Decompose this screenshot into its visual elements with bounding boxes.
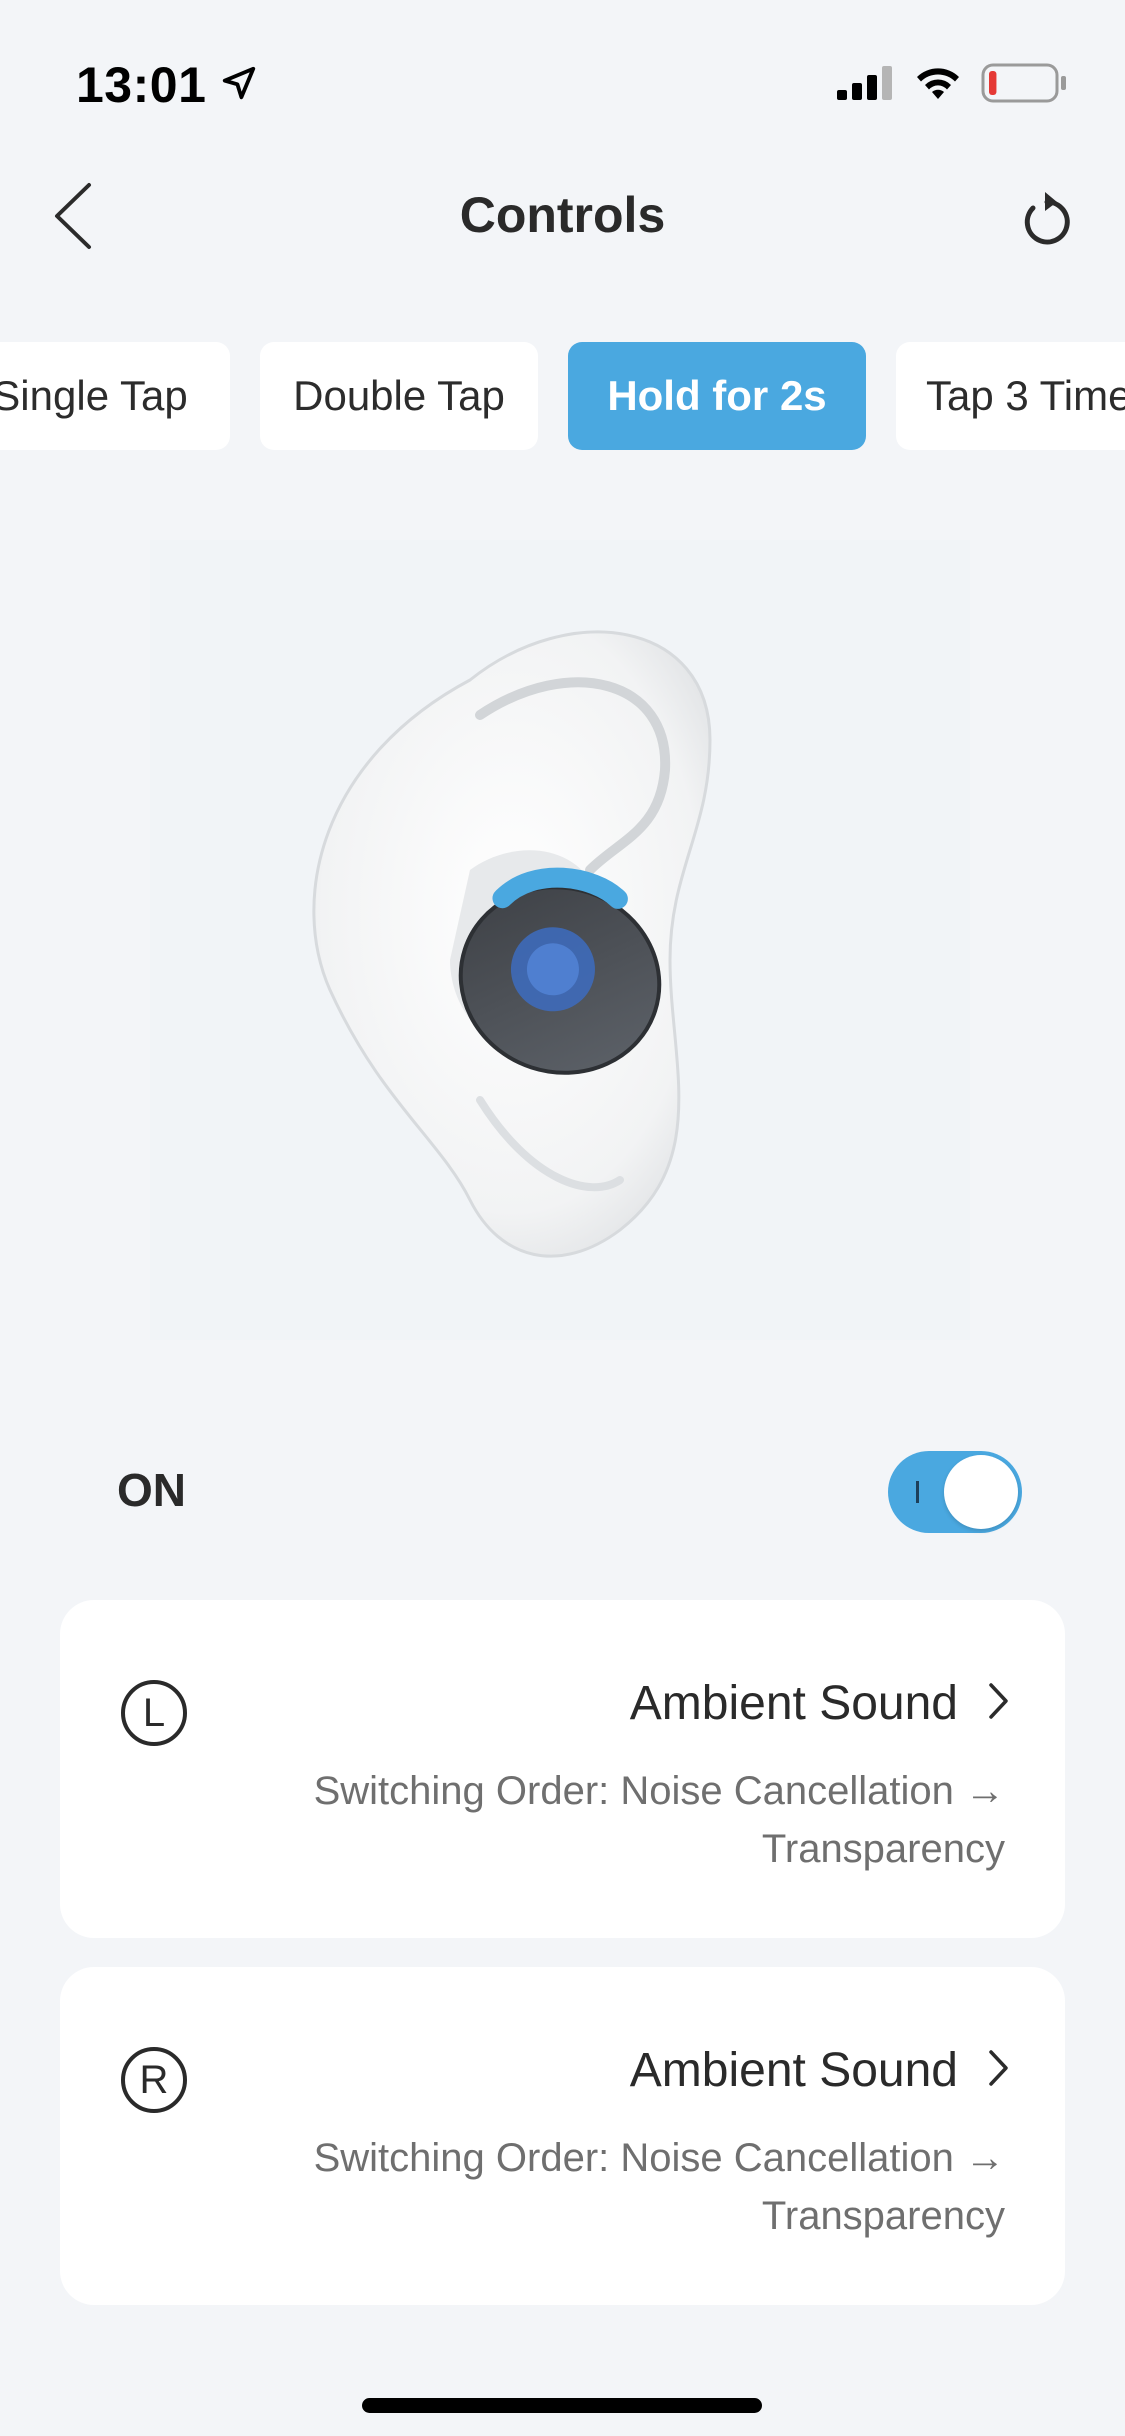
battery-low-icon bbox=[981, 62, 1067, 109]
card-action: Ambient Sound bbox=[630, 2043, 1010, 2098]
left-earbud-card[interactable]: L Ambient Sound Switching Order: Noise C… bbox=[60, 1600, 1065, 1938]
reset-icon bbox=[1019, 188, 1075, 253]
chevron-right-icon bbox=[988, 2049, 1010, 2092]
left-side-icon: L bbox=[121, 1680, 187, 1746]
home-indicator[interactable] bbox=[362, 2398, 762, 2413]
tab-label: Single Tap bbox=[0, 372, 188, 419]
switching-order-text: Switching Order: Noise Cancellation → Tr… bbox=[313, 2136, 1005, 2238]
tab-single-tap[interactable]: Single Tap bbox=[0, 342, 230, 450]
switching-order-text: Switching Order: Noise Cancellation → Tr… bbox=[313, 1769, 1005, 1871]
tab-tap-3-times[interactable]: Tap 3 Times bbox=[896, 342, 1125, 450]
toggle-label: ON bbox=[117, 1464, 186, 1516]
chevron-right-icon bbox=[988, 1682, 1010, 1725]
wifi-icon bbox=[913, 65, 963, 106]
right-side-icon: R bbox=[121, 2047, 187, 2113]
card-action: Ambient Sound bbox=[630, 1676, 1010, 1731]
status-time-group: 13:01 bbox=[76, 56, 258, 114]
status-time: 13:01 bbox=[76, 57, 207, 113]
toggle-on-indicator bbox=[916, 1481, 919, 1503]
tab-label: Double Tap bbox=[293, 372, 505, 419]
page-title: Controls bbox=[459, 187, 666, 243]
reset-button[interactable] bbox=[1007, 180, 1087, 260]
navigation-bar: Controls bbox=[0, 150, 1125, 280]
status-bar: 13:01 bbox=[0, 0, 1125, 140]
action-label: Ambient Sound bbox=[629, 2044, 958, 2097]
cellular-signal-icon bbox=[837, 66, 895, 105]
tab-double-tap[interactable]: Double Tap bbox=[260, 342, 538, 450]
location-arrow-icon bbox=[220, 64, 258, 107]
status-indicators bbox=[837, 62, 1067, 109]
right-earbud-card[interactable]: R Ambient Sound Switching Order: Noise C… bbox=[60, 1967, 1065, 2305]
toggle-knob bbox=[944, 1455, 1018, 1529]
tab-label: Tap 3 Times bbox=[926, 372, 1125, 419]
gesture-tabs: Single Tap Double Tap Hold for 2s Tap 3 … bbox=[0, 342, 1125, 450]
earbud-illustration bbox=[150, 540, 970, 1340]
tab-hold-for-2s[interactable]: Hold for 2s bbox=[568, 342, 866, 450]
tab-label: Hold for 2s bbox=[607, 372, 827, 419]
action-label: Ambient Sound bbox=[629, 1677, 958, 1730]
controls-toggle[interactable] bbox=[888, 1451, 1022, 1533]
